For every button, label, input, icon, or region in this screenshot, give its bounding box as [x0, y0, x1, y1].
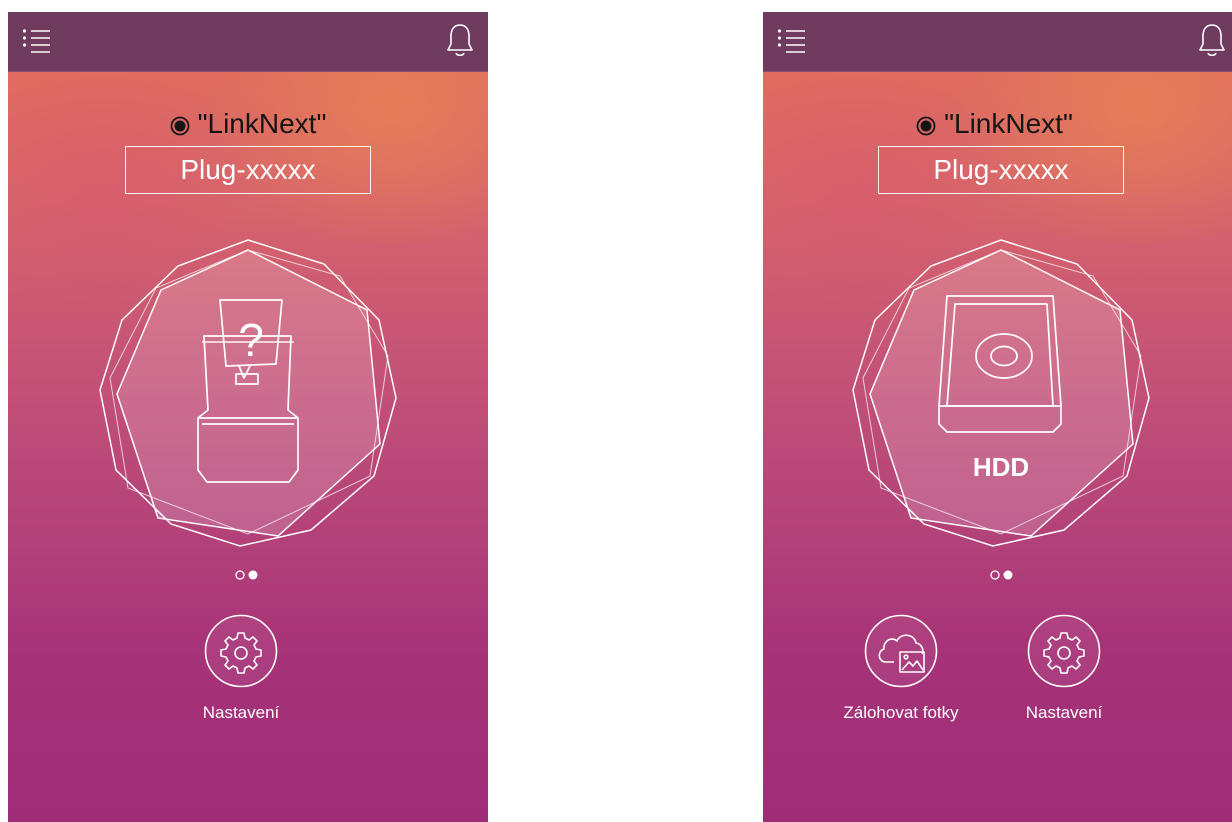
device-polygon[interactable]: ?: [98, 238, 398, 548]
top-bar: [763, 12, 1232, 72]
device-name-box[interactable]: Plug-xxxxx: [878, 146, 1124, 194]
settings-action[interactable]: Nastavení: [999, 614, 1129, 723]
wifi-name-text: "LinkNext": [197, 108, 327, 139]
device-polygon[interactable]: [851, 238, 1151, 548]
page-indicator[interactable]: [234, 569, 260, 581]
settings-label: Nastavení: [1025, 703, 1103, 722]
page-indicator[interactable]: [989, 569, 1015, 581]
device-type-label: HDD: [972, 452, 1030, 482]
backup-photos-label: Zálohovat fotky: [843, 703, 959, 722]
wifi-name-text: "LinkNext": [944, 108, 1073, 139]
phone-screen-unknown-device: "LinkNext" Plug-xxxxx ? Nastavení: [8, 12, 488, 822]
radio-dot-icon: [170, 116, 189, 136]
settings-label: Nastavení: [202, 703, 280, 722]
cloud-photo-icon[interactable]: [864, 614, 938, 688]
bell-icon[interactable]: [446, 22, 474, 58]
question-mark: ?: [238, 314, 264, 366]
wifi-network-name: "LinkNext": [8, 107, 488, 141]
gear-icon[interactable]: [1027, 614, 1101, 688]
gear-icon[interactable]: [204, 614, 278, 688]
backup-photos-action[interactable]: Zálohovat fotky: [836, 614, 966, 723]
settings-action[interactable]: Nastavení: [176, 614, 306, 723]
bell-icon[interactable]: [1198, 22, 1226, 58]
menu-list-icon[interactable]: [777, 26, 807, 56]
phone-screen-hdd: "LinkNext" Plug-xxxxx HDD Zálohovat fotk…: [763, 12, 1232, 822]
radio-dot-icon: [916, 116, 936, 136]
wifi-network-name: "LinkNext": [763, 107, 1226, 141]
top-bar: [8, 12, 488, 72]
menu-list-icon[interactable]: [22, 26, 52, 56]
device-name-box[interactable]: Plug-xxxxx: [125, 146, 371, 194]
